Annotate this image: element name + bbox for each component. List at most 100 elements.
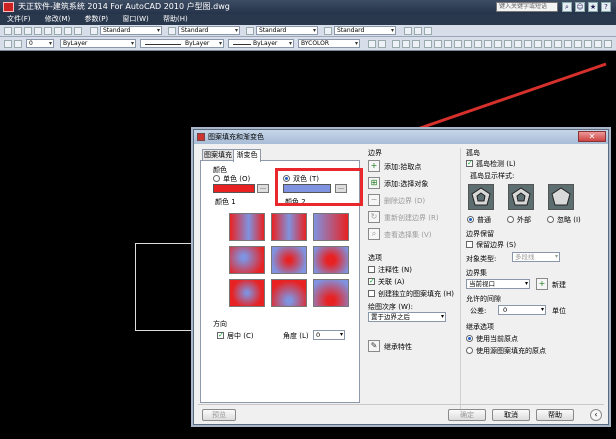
menu-window[interactable]: 窗口(W) — [122, 15, 148, 23]
collapse-icon[interactable]: ‹ — [590, 409, 602, 421]
menu-file[interactable]: 文件(F) — [7, 15, 31, 23]
angle-select[interactable]: 0 — [313, 330, 345, 340]
toolbar-icon[interactable] — [424, 27, 432, 35]
toolbar-icon[interactable] — [444, 40, 452, 48]
help-search-input[interactable]: 键入关键字或短语 — [496, 2, 558, 12]
color-select[interactable]: ByLayer — [60, 39, 136, 48]
toolbar-icon[interactable] — [424, 40, 432, 48]
island-outer-preview[interactable] — [508, 184, 534, 210]
toolbar-icon[interactable] — [504, 40, 512, 48]
toolbar-icon[interactable] — [574, 40, 582, 48]
lineweight-select[interactable]: ByLayer — [228, 39, 294, 48]
mleader-style-select[interactable]: Standard — [334, 26, 396, 35]
linetype-select[interactable]: ByLayer — [140, 39, 224, 48]
island-normal-radio[interactable] — [467, 216, 474, 223]
toolbar-icon[interactable] — [434, 40, 442, 48]
layer-state-icon[interactable] — [14, 40, 22, 48]
toolbar-icon[interactable] — [554, 40, 562, 48]
toolbar-icon[interactable] — [484, 40, 492, 48]
menu-modify[interactable]: 修改(M) — [45, 15, 71, 23]
user-icon[interactable]: ☺ — [575, 2, 585, 12]
retain-boundaries-checkbox[interactable] — [466, 241, 473, 248]
color1-browse-button[interactable]: … — [257, 184, 269, 193]
draw-order-select[interactable]: 置于边界之后 — [368, 312, 446, 322]
toolbar-icon[interactable] — [564, 40, 572, 48]
help-icon[interactable]: ? — [601, 2, 611, 12]
text-style-select[interactable]: Standard — [100, 26, 162, 35]
gradient-pattern-hemispherical[interactable] — [271, 246, 307, 274]
toolbar-icon[interactable] — [544, 40, 552, 48]
inherit-properties-icon[interactable]: ✎ — [368, 340, 380, 352]
gradient-pattern-linear[interactable] — [229, 213, 265, 241]
add-pick-points-button[interactable]: 添加:拾取点 — [384, 162, 421, 172]
tab-gradient[interactable]: 渐变色 — [233, 149, 261, 162]
lock-icon[interactable] — [412, 40, 420, 48]
table-style-select[interactable]: Standard — [256, 26, 318, 35]
toolbar-icon[interactable] — [494, 40, 502, 48]
toolbar-icon[interactable] — [378, 40, 386, 48]
annotative-checkbox[interactable] — [368, 266, 375, 273]
tolerance-input[interactable]: 0 — [498, 305, 546, 315]
plotstyle-select[interactable]: BYCOLOR — [298, 39, 360, 48]
new-boundary-set-button[interactable]: 新建 — [552, 280, 566, 290]
menu-parameters[interactable]: 参数(P) — [84, 15, 108, 23]
boundary-set-select[interactable]: 当前视口 — [466, 279, 530, 289]
new-boundary-set-icon[interactable]: + — [536, 278, 548, 290]
island-normal-preview[interactable] — [468, 184, 494, 210]
island-detection-checkbox[interactable]: ✓ — [466, 160, 473, 167]
gradient-pattern-cylinder[interactable] — [271, 213, 307, 241]
toolbar-icon[interactable] — [514, 40, 522, 48]
toolbar-icon[interactable] — [404, 27, 412, 35]
lightbulb-icon[interactable] — [392, 40, 400, 48]
island-ignore-preview[interactable] — [548, 184, 574, 210]
toolbar-icon[interactable] — [464, 40, 472, 48]
toolbar-icon[interactable] — [414, 27, 422, 35]
search-icon[interactable]: ⌕ — [562, 2, 572, 12]
dim-style-select[interactable]: Standard — [178, 26, 240, 35]
toolbar-icon[interactable] — [584, 40, 592, 48]
color1-swatch[interactable] — [213, 184, 255, 193]
toolbar-icon[interactable] — [54, 27, 62, 35]
ok-button[interactable]: 确定 — [448, 409, 486, 421]
gradient-pattern-invspherical[interactable] — [229, 279, 265, 307]
star-icon[interactable]: ★ — [588, 2, 598, 12]
associative-checkbox[interactable]: ✓ — [368, 278, 375, 285]
toolbar-icon[interactable] — [24, 27, 32, 35]
add-pick-points-icon[interactable]: + — [368, 160, 380, 172]
close-button[interactable]: ✕ — [578, 131, 606, 142]
toolbar-icon[interactable] — [534, 40, 542, 48]
toolbar-icon[interactable] — [64, 27, 72, 35]
gradient-pattern-curved[interactable] — [313, 246, 349, 274]
toolbar-icon[interactable] — [454, 40, 462, 48]
toolbar-icon[interactable] — [34, 27, 42, 35]
add-select-objects-icon[interactable]: ⊞ — [368, 177, 380, 189]
layer-select[interactable]: 0 — [26, 39, 54, 48]
toolbar-icon[interactable] — [74, 27, 82, 35]
toolbar-icon[interactable] — [44, 27, 52, 35]
island-outer-radio[interactable] — [507, 216, 514, 223]
toolbar-icon[interactable] — [368, 40, 376, 48]
help-button[interactable]: 帮助 — [536, 409, 574, 421]
gradient-pattern-spherical[interactable] — [229, 246, 265, 274]
island-ignore-radio[interactable] — [547, 216, 554, 223]
app-icon[interactable] — [3, 2, 14, 12]
separate-hatches-checkbox[interactable] — [368, 290, 375, 297]
toolbar-icon[interactable] — [594, 40, 602, 48]
layer-manager-icon[interactable] — [4, 40, 12, 48]
gradient-pattern-invhemispherical[interactable] — [271, 279, 307, 307]
preview-button[interactable]: 预览 — [202, 409, 236, 421]
sun-icon[interactable] — [402, 40, 410, 48]
centered-checkbox[interactable]: ✓ — [217, 332, 224, 339]
use-current-origin-radio[interactable] — [466, 335, 473, 342]
menu-help[interactable]: 帮助(H) — [163, 15, 188, 23]
use-source-origin-radio[interactable] — [466, 347, 473, 354]
toolbar-icon[interactable] — [604, 40, 612, 48]
add-select-objects-button[interactable]: 添加:选择对象 — [384, 179, 428, 189]
gradient-pattern-invcurved[interactable] — [313, 279, 349, 307]
toolbar-icon[interactable] — [4, 27, 12, 35]
single-color-radio[interactable] — [213, 175, 220, 182]
cancel-button[interactable]: 取消 — [492, 409, 530, 421]
toolbar-icon[interactable] — [474, 40, 482, 48]
toolbar-icon[interactable] — [14, 27, 22, 35]
toolbar-icon[interactable] — [524, 40, 532, 48]
